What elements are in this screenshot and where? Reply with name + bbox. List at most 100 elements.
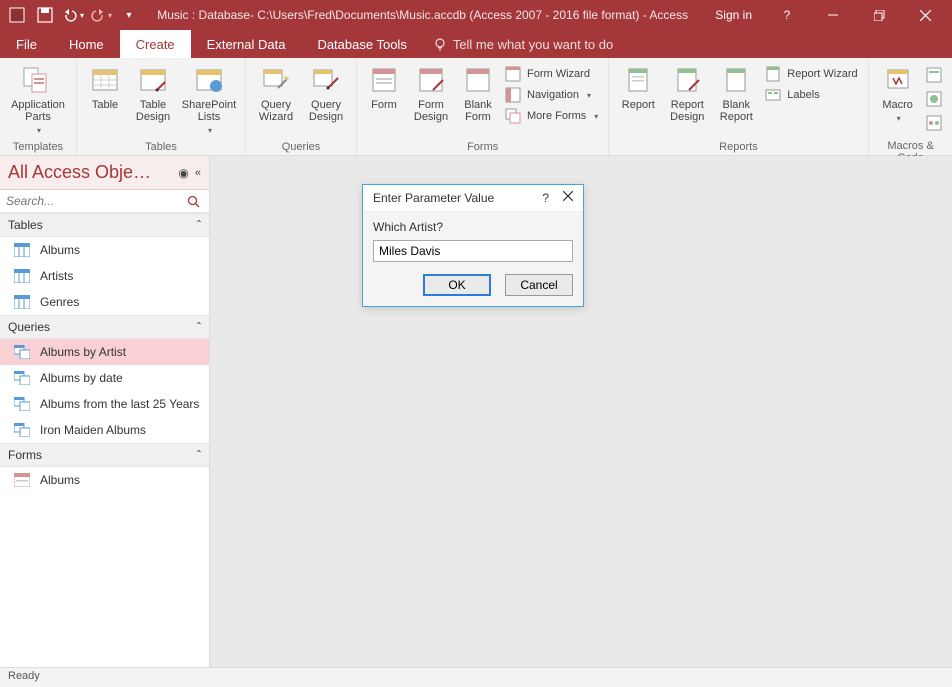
table-button[interactable]: Table bbox=[83, 62, 127, 139]
dialog-close-button[interactable] bbox=[563, 191, 573, 205]
tab-home[interactable]: Home bbox=[53, 30, 120, 58]
labels-button[interactable]: Labels bbox=[761, 85, 861, 105]
reports-more-column: Report Wizard Labels bbox=[761, 62, 861, 139]
group-label: Reports bbox=[615, 139, 861, 153]
tab-external-data[interactable]: External Data bbox=[191, 30, 302, 58]
more-forms-icon bbox=[505, 108, 521, 124]
table-design-icon bbox=[137, 64, 169, 96]
tell-me-search[interactable]: Tell me what you want to do bbox=[433, 30, 613, 58]
nav-item-query[interactable]: Iron Maiden Albums bbox=[0, 417, 209, 443]
form-design-button[interactable]: Form Design bbox=[407, 62, 455, 139]
nav-search-row bbox=[0, 190, 209, 213]
ok-button[interactable]: OK bbox=[423, 274, 491, 296]
nav-item-table[interactable]: Albums bbox=[0, 237, 209, 263]
redo-button[interactable]: ▾ bbox=[88, 2, 114, 28]
status-bar: Ready bbox=[0, 667, 952, 687]
lightbulb-icon bbox=[433, 37, 447, 51]
labels-icon bbox=[765, 87, 781, 103]
title-bar: ▾ ▾ ▾ Music : Database- C:\Users\Fred\Do… bbox=[0, 0, 952, 30]
query-wizard-button[interactable]: Query Wizard bbox=[252, 62, 300, 139]
parameter-input[interactable] bbox=[373, 240, 573, 262]
parameter-dialog: Enter Parameter Value ? Which Artist? OK… bbox=[362, 184, 584, 307]
table-design-button[interactable]: Table Design bbox=[129, 62, 177, 139]
quick-access-toolbar: ▾ ▾ ▾ bbox=[4, 2, 142, 28]
nav-category-forms[interactable]: Formsˆ bbox=[0, 443, 209, 467]
dialog-help-button[interactable]: ? bbox=[542, 191, 549, 205]
chevron-down-icon: ▾ bbox=[208, 126, 212, 135]
save-button[interactable] bbox=[32, 2, 58, 28]
blank-report-button[interactable]: Blank Report bbox=[713, 62, 759, 139]
nav-collapse-button[interactable]: « bbox=[195, 167, 201, 179]
form-wizard-button[interactable]: Form Wizard bbox=[501, 64, 602, 84]
ribbon: Application Parts ▾ Templates Table Tabl… bbox=[0, 58, 952, 156]
visual-basic-icon[interactable] bbox=[925, 114, 945, 134]
chevron-down-icon: ▾ bbox=[594, 112, 598, 121]
dialog-titlebar: Enter Parameter Value ? bbox=[363, 185, 583, 212]
nav-item-query[interactable]: Albums from the last 25 Years bbox=[0, 391, 209, 417]
group-macros-code: Macro ▾ Macros & Code bbox=[869, 58, 952, 155]
nav-pane-header[interactable]: All Access Obje… ◉ « bbox=[0, 156, 209, 190]
macro-button[interactable]: Macro ▾ bbox=[875, 62, 921, 138]
application-parts-button[interactable]: Application Parts ▾ bbox=[6, 62, 70, 139]
search-icon[interactable] bbox=[187, 195, 209, 208]
sign-in-link[interactable]: Sign in bbox=[703, 8, 764, 22]
navigation-button[interactable]: Navigation▾ bbox=[501, 85, 602, 105]
group-tables: Table Table Design SharePoint Lists ▾ Ta… bbox=[77, 58, 246, 155]
nav-item-query[interactable]: Albums by Artist bbox=[0, 339, 209, 365]
nav-search-input[interactable] bbox=[0, 190, 187, 212]
more-forms-button[interactable]: More Forms▾ bbox=[501, 106, 602, 126]
nav-options-button[interactable]: ◉ bbox=[178, 166, 188, 180]
tab-database-tools[interactable]: Database Tools bbox=[301, 30, 422, 58]
module-icon[interactable] bbox=[925, 66, 945, 86]
qat-customize-button[interactable]: ▾ bbox=[116, 2, 142, 28]
nav-pane-title: All Access Obje… bbox=[8, 162, 151, 183]
group-forms: Form Form Design Blank Form Form Wizard … bbox=[357, 58, 609, 155]
group-reports: Report Report Design Blank Report Report… bbox=[609, 58, 868, 155]
nav-item-table[interactable]: Artists bbox=[0, 263, 209, 289]
sharepoint-lists-button[interactable]: SharePoint Lists ▾ bbox=[179, 62, 239, 139]
chevron-down-icon: ▾ bbox=[108, 11, 112, 20]
undo-button[interactable]: ▾ bbox=[60, 2, 86, 28]
content-area: Enter Parameter Value ? Which Artist? OK… bbox=[210, 156, 952, 667]
status-text: Ready bbox=[8, 670, 40, 682]
dialog-title: Enter Parameter Value bbox=[373, 191, 494, 205]
form-icon bbox=[368, 64, 400, 96]
macro-icon bbox=[882, 64, 914, 96]
query-object-icon bbox=[14, 397, 30, 411]
ribbon-tabs: File Home Create External Data Database … bbox=[0, 30, 952, 58]
application-parts-icon bbox=[22, 64, 54, 96]
collapse-icon: ˆ bbox=[197, 320, 201, 334]
nav-item-table[interactable]: Genres bbox=[0, 289, 209, 315]
chevron-down-icon: ▾ bbox=[897, 114, 901, 123]
report-design-button[interactable]: Report Design bbox=[663, 62, 711, 139]
tab-file[interactable]: File bbox=[0, 30, 53, 58]
group-label: Queries bbox=[252, 139, 350, 153]
nav-category-queries[interactable]: Queriesˆ bbox=[0, 315, 209, 339]
nav-category-tables[interactable]: Tablesˆ bbox=[0, 213, 209, 237]
query-object-icon bbox=[14, 423, 30, 437]
query-design-icon bbox=[310, 64, 342, 96]
chevron-down-icon: ▾ bbox=[80, 11, 84, 20]
minimize-button[interactable] bbox=[810, 0, 856, 30]
blank-form-button[interactable]: Blank Form bbox=[457, 62, 499, 139]
blank-form-icon bbox=[462, 64, 494, 96]
report-wizard-button[interactable]: Report Wizard bbox=[761, 64, 861, 84]
report-design-icon bbox=[671, 64, 703, 96]
class-module-icon[interactable] bbox=[925, 90, 945, 110]
query-design-button[interactable]: Query Design bbox=[302, 62, 350, 139]
blank-report-icon bbox=[720, 64, 752, 96]
access-app-icon[interactable] bbox=[4, 2, 30, 28]
collapse-icon: ˆ bbox=[197, 218, 201, 232]
tab-create[interactable]: Create bbox=[120, 30, 191, 58]
close-button[interactable] bbox=[902, 0, 948, 30]
group-templates: Application Parts ▾ Templates bbox=[0, 58, 77, 155]
query-object-icon bbox=[14, 345, 30, 359]
nav-item-form[interactable]: Albums bbox=[0, 467, 209, 493]
report-button[interactable]: Report bbox=[615, 62, 661, 139]
help-button[interactable]: ? bbox=[764, 0, 810, 30]
form-button[interactable]: Form bbox=[363, 62, 405, 139]
restore-button[interactable] bbox=[856, 0, 902, 30]
nav-item-query[interactable]: Albums by date bbox=[0, 365, 209, 391]
titlebar-right: Sign in ? bbox=[703, 0, 948, 30]
cancel-button[interactable]: Cancel bbox=[505, 274, 573, 296]
